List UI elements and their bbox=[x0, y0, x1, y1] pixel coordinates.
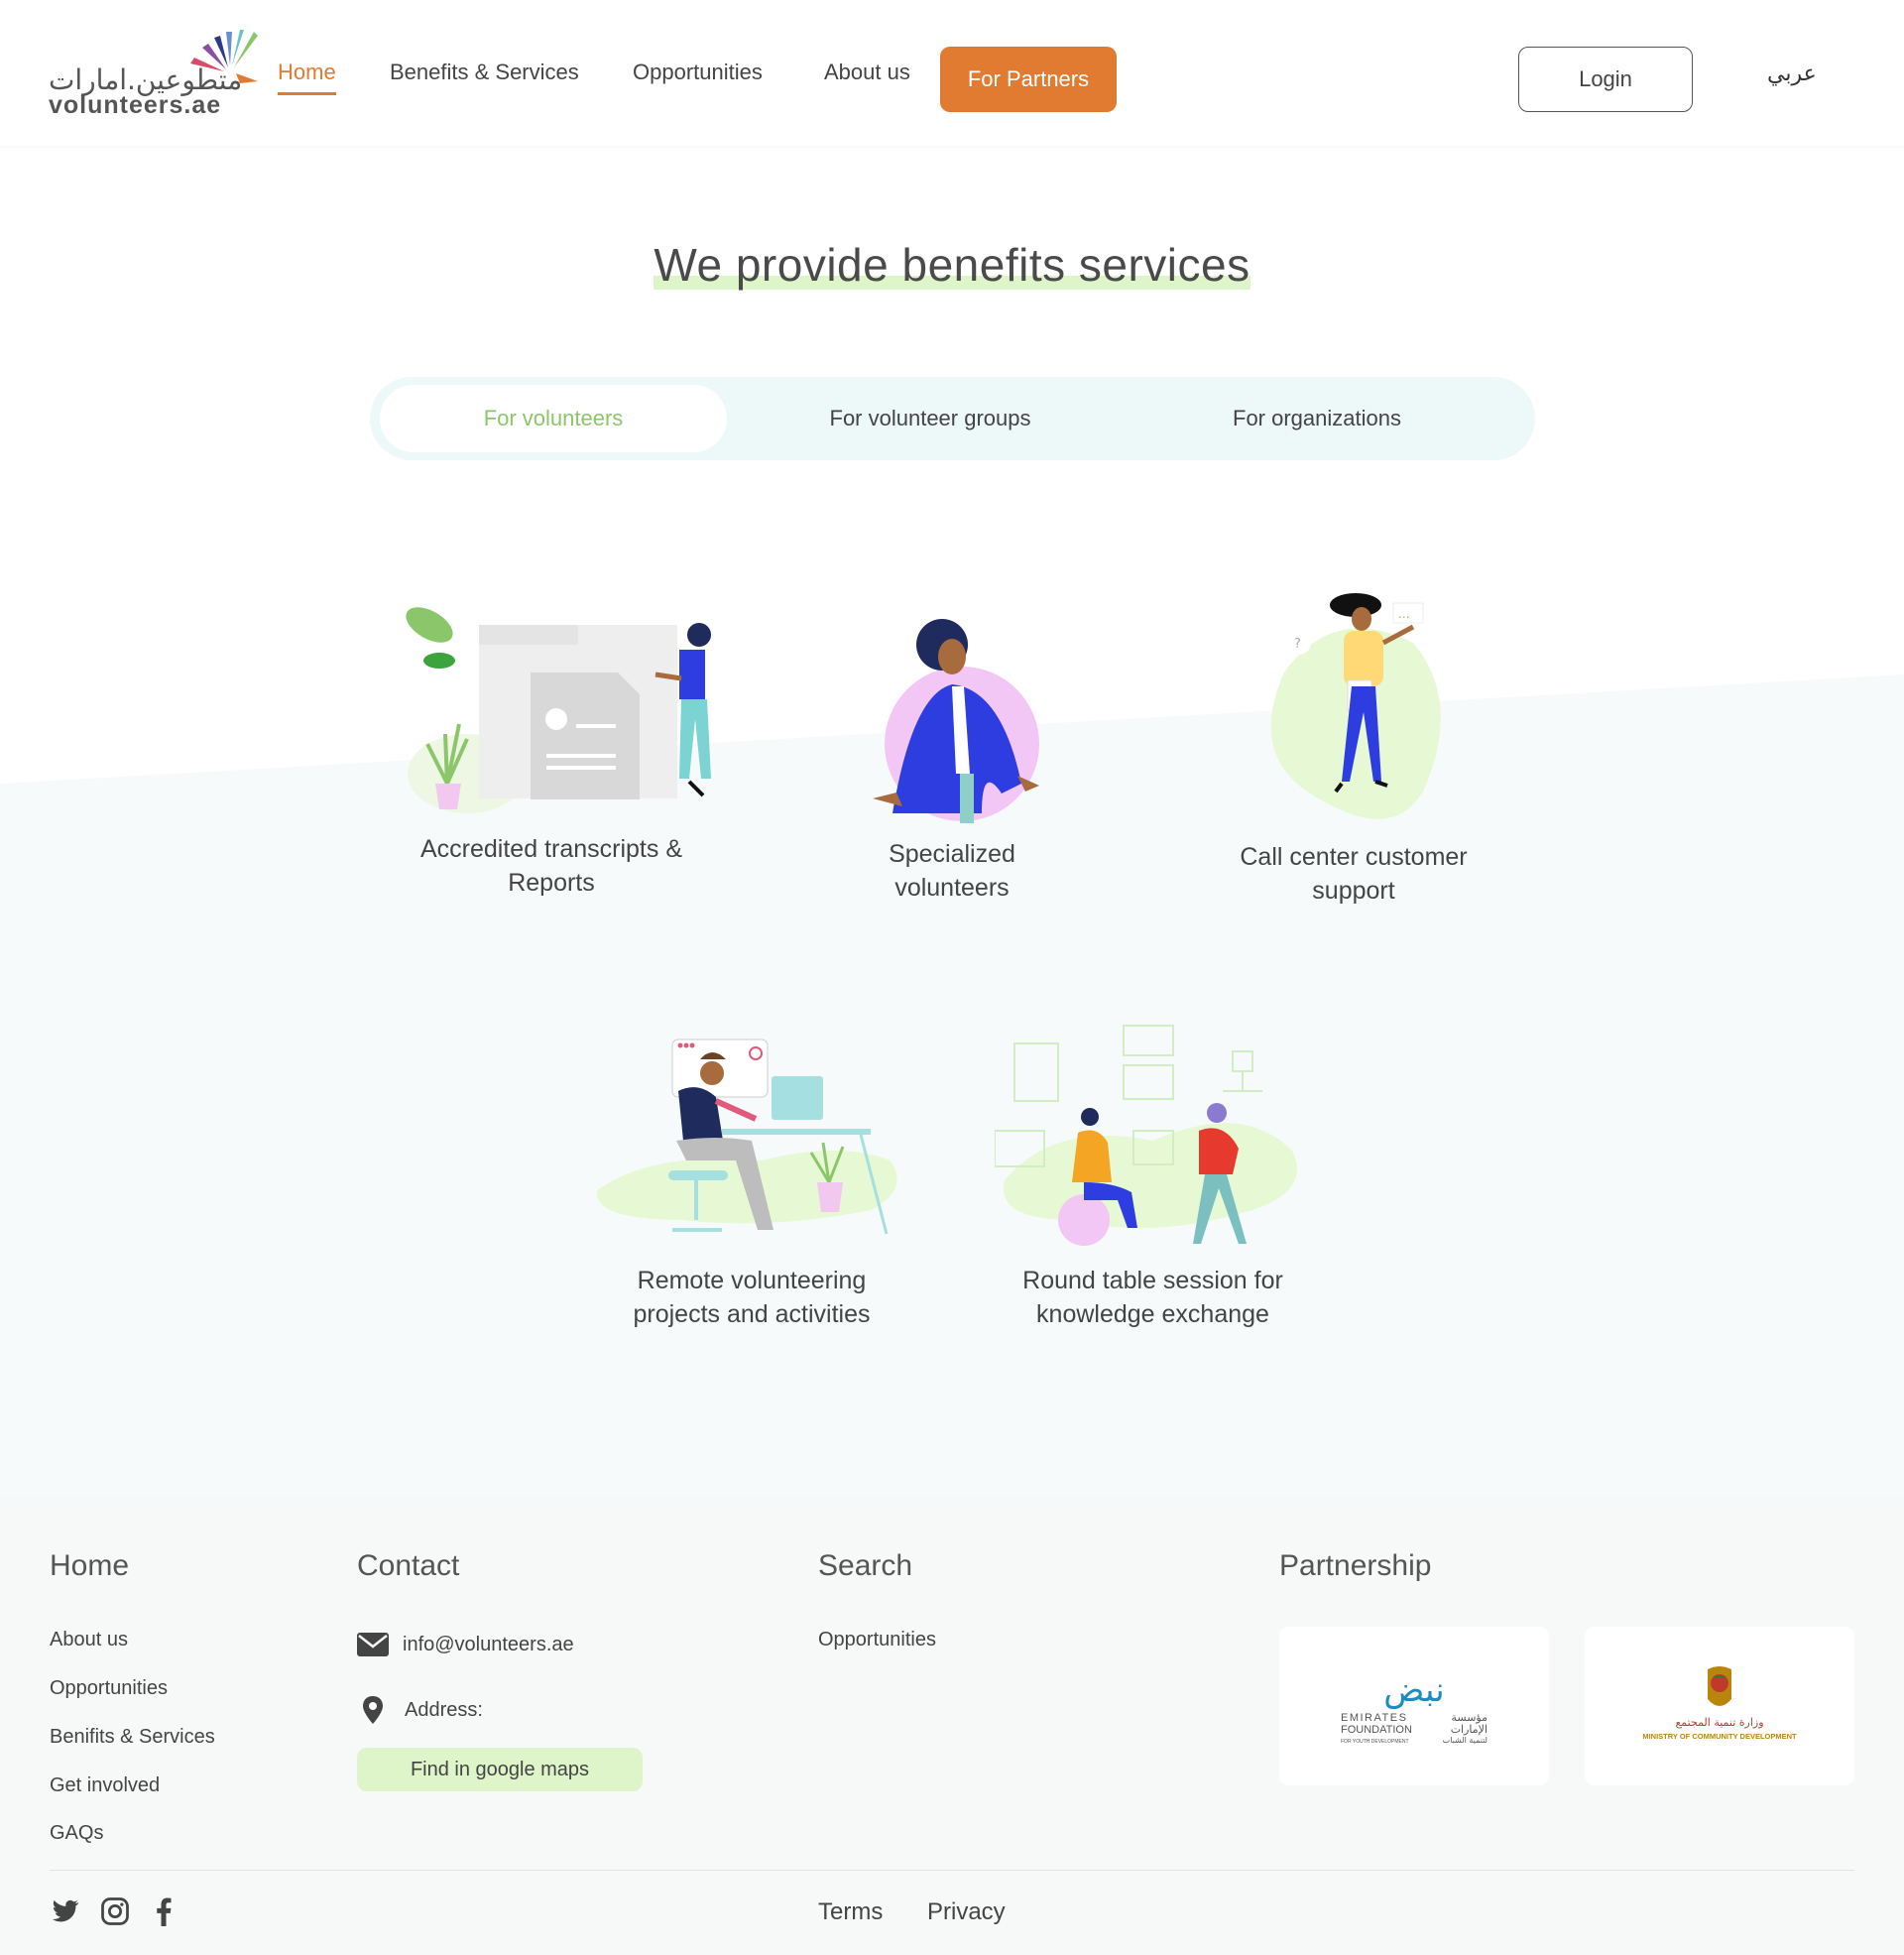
footer-search-title: Search bbox=[818, 1549, 913, 1582]
emirates-foundation-logo: نبض EMIRATES FOUNDATION FOR YOUTH DEVELO… bbox=[1341, 1670, 1488, 1745]
transcript-illustration bbox=[406, 607, 711, 813]
svg-text:FOUNDATION: FOUNDATION bbox=[1341, 1724, 1412, 1736]
volunteers-logo[interactable]: متطوعين.امارات volunteers.ae bbox=[49, 30, 258, 119]
page-title: We provide benefits services bbox=[0, 238, 1904, 292]
envelope-icon bbox=[357, 1633, 389, 1656]
footer-link-gaqs[interactable]: GAQs bbox=[50, 1822, 103, 1845]
headline: We provide benefits services bbox=[654, 238, 1250, 292]
nav-opportunities[interactable]: Opportunities bbox=[633, 60, 763, 85]
partner-emirates-foundation[interactable]: نبض EMIRATES FOUNDATION FOR YOUTH DEVELO… bbox=[1279, 1627, 1549, 1785]
footer-link-benefits-services[interactable]: Benifits & Services bbox=[50, 1726, 215, 1749]
instagram-icon[interactable] bbox=[100, 1896, 130, 1926]
card-label: Round table session for knowledge exchan… bbox=[1022, 1267, 1283, 1328]
svg-text:?: ? bbox=[1294, 637, 1301, 652]
tab-for-volunteer-groups[interactable]: For volunteer groups bbox=[781, 385, 1079, 452]
benefit-card: Specialized volunteers bbox=[828, 615, 1076, 905]
card-label: Remote volunteering projects and activit… bbox=[633, 1267, 871, 1328]
facebook-icon[interactable] bbox=[149, 1896, 178, 1926]
twitter-icon[interactable] bbox=[50, 1896, 79, 1926]
google-maps-button[interactable]: Find in google maps bbox=[357, 1748, 643, 1791]
nav-about-us[interactable]: About us bbox=[824, 60, 910, 85]
tab-for-volunteers[interactable]: For volunteers bbox=[380, 385, 727, 452]
headline-text: We provide benefits services bbox=[654, 239, 1250, 291]
svg-text:MINISTRY OF COMMUNITY DEVELOPM: MINISTRY OF COMMUNITY DEVELOPMENT bbox=[1642, 1732, 1797, 1741]
footer-link-opportunities[interactable]: Opportunities bbox=[50, 1677, 168, 1700]
card-label: Accredited transcripts & Reports bbox=[420, 835, 682, 897]
footer-link-get-involved[interactable]: Get involved bbox=[50, 1774, 160, 1797]
svg-text:وزارة تنمية المجتمع: وزارة تنمية المجتمع bbox=[1675, 1716, 1763, 1729]
ministry-community-development-logo: وزارة تنمية المجتمع MINISTRY OF COMMUNIT… bbox=[1642, 1666, 1797, 1741]
svg-text:الإمارات: الإمارات bbox=[1451, 1723, 1488, 1736]
footer-link-about-us[interactable]: About us bbox=[50, 1629, 128, 1651]
for-partners-button[interactable]: For Partners bbox=[940, 47, 1117, 112]
svg-text:FOR YOUTH DEVELOPMENT: FOR YOUTH DEVELOPMENT bbox=[1341, 1739, 1409, 1745]
partner-ministry-community[interactable]: وزارة تنمية المجتمع MINISTRY OF COMMUNIT… bbox=[1585, 1627, 1854, 1785]
contact-address-row: Address: bbox=[361, 1696, 483, 1724]
volunteer-illustration bbox=[873, 619, 1039, 823]
site-header: متطوعين.امارات volunteers.ae Home Benefi… bbox=[0, 0, 1904, 146]
remote-work-illustration bbox=[596, 1039, 897, 1235]
round-table-illustration bbox=[994, 1025, 1297, 1246]
audience-tabs: For volunteers For volunteer groups For … bbox=[370, 377, 1535, 460]
nav-home[interactable]: Home bbox=[278, 60, 336, 95]
contact-address-label: Address: bbox=[405, 1698, 483, 1721]
svg-text:نبض: نبض bbox=[1383, 1670, 1444, 1710]
contact-email[interactable]: info@volunteers.ae bbox=[403, 1634, 574, 1656]
tab-for-organizations[interactable]: For organizations bbox=[1168, 385, 1466, 452]
benefit-card: Accredited transcripts & Reports bbox=[377, 595, 726, 900]
svg-text:لتنمية الشباب: لتنمية الشباب bbox=[1443, 1736, 1488, 1745]
footer-home-title: Home bbox=[50, 1549, 130, 1582]
location-pin-icon bbox=[363, 1696, 383, 1724]
footer-contact-title: Contact bbox=[357, 1549, 460, 1582]
card-label: Specialized volunteers bbox=[889, 840, 1015, 902]
nav-benefits-services[interactable]: Benefits & Services bbox=[390, 60, 579, 85]
contact-email-row[interactable]: info@volunteers.ae bbox=[357, 1633, 574, 1656]
privacy-link[interactable]: Privacy bbox=[927, 1898, 1006, 1926]
svg-text:EMIRATES: EMIRATES bbox=[1341, 1712, 1407, 1724]
svg-text:...: ... bbox=[1398, 607, 1409, 621]
benefit-card: Round table session for knowledge exchan… bbox=[992, 1022, 1314, 1331]
benefit-card: ... ? Call center customer support bbox=[1220, 593, 1488, 908]
card-label: Call center customer support bbox=[1240, 843, 1468, 905]
site-footer: Home About us Opportunities Benifits & S… bbox=[0, 1498, 1904, 1955]
footer-link-search-opportunities[interactable]: Opportunities bbox=[818, 1629, 936, 1651]
terms-link[interactable]: Terms bbox=[818, 1898, 883, 1926]
call-center-illustration: ... ? bbox=[1270, 593, 1441, 819]
login-button[interactable]: Login bbox=[1518, 47, 1693, 112]
language-switch[interactable]: عربي bbox=[1767, 61, 1817, 86]
footer-divider bbox=[50, 1870, 1854, 1871]
footer-partnership-title: Partnership bbox=[1279, 1549, 1432, 1582]
benefit-card: Remote volunteering projects and activit… bbox=[593, 1032, 910, 1331]
logo-english-text: volunteers.ae bbox=[49, 91, 222, 119]
